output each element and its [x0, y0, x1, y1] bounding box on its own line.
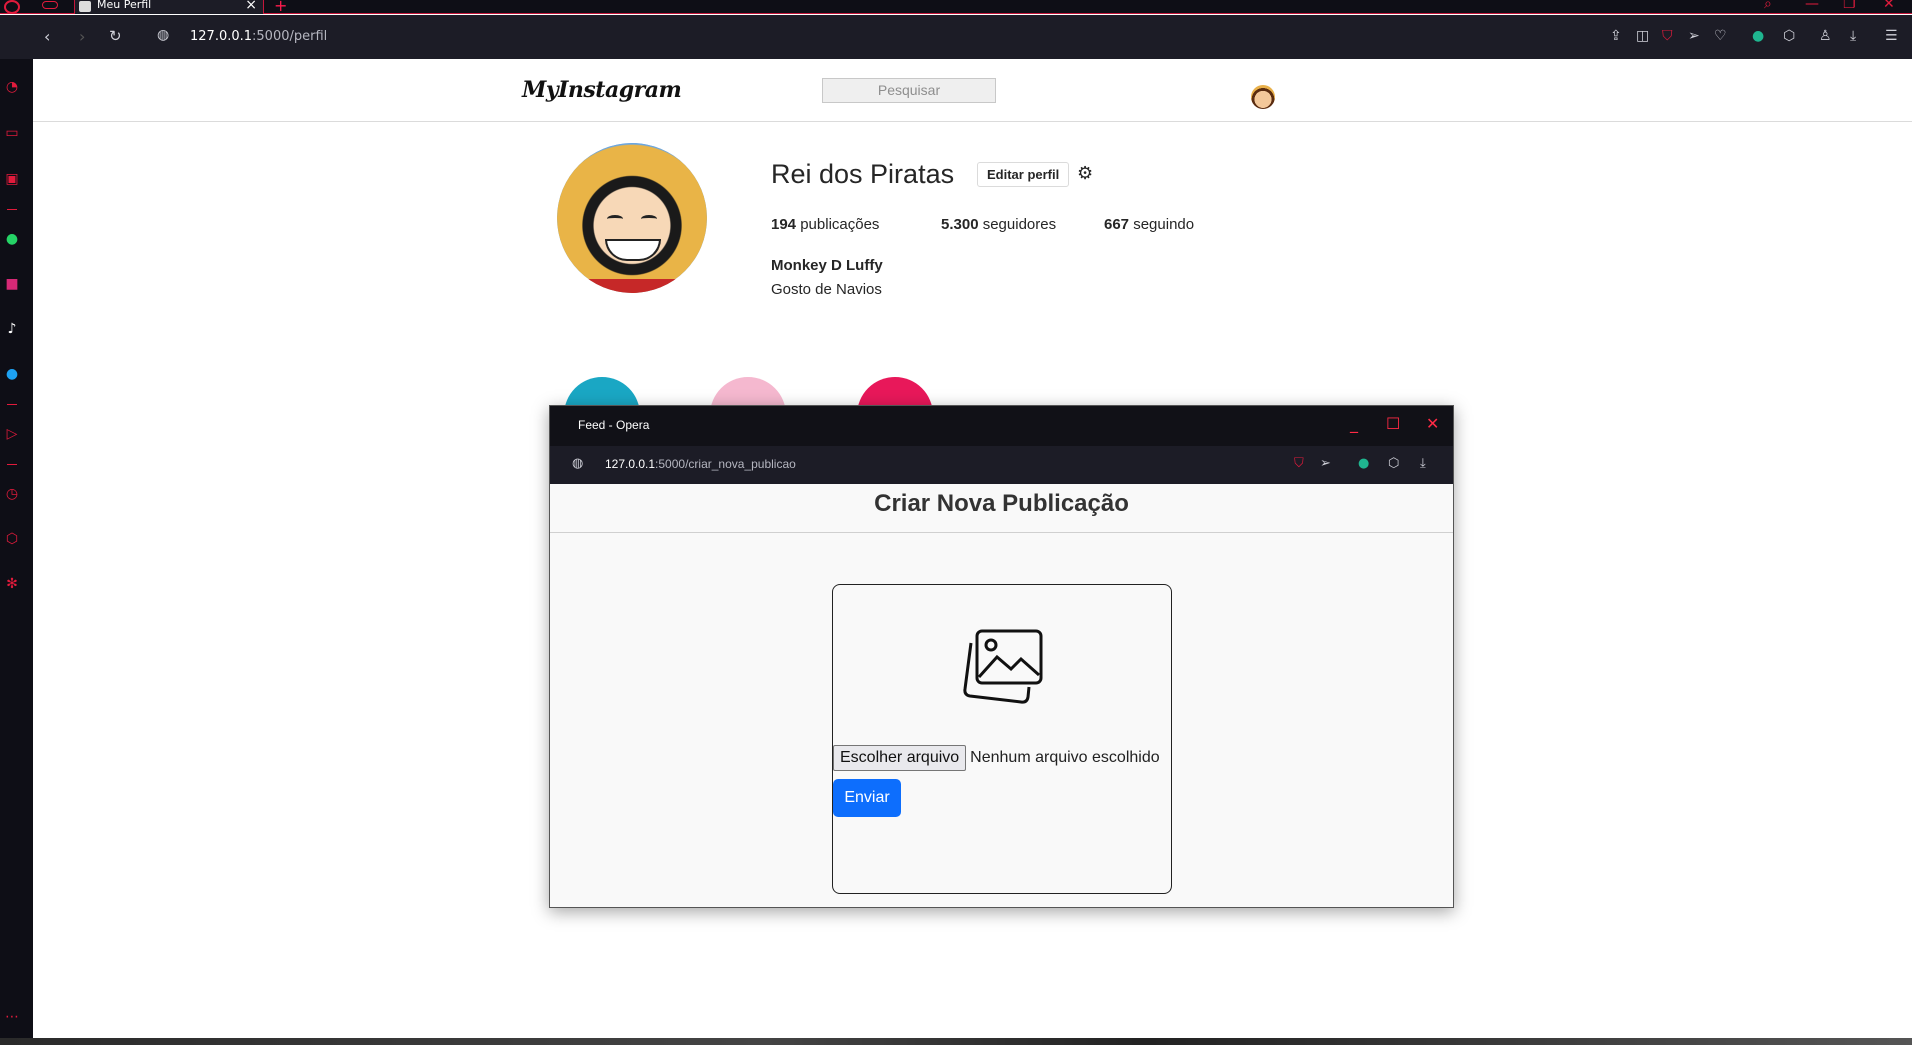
followers-label: seguidores — [982, 216, 1057, 233]
avatar[interactable] — [1251, 85, 1275, 109]
url-field[interactable]: 127.0.0.1:5000/perfil — [190, 29, 327, 44]
popup-url-path: :5000/criar_nova_publicao — [655, 457, 796, 471]
profile-full-name: Monkey D Luffy — [771, 257, 883, 274]
eye-right — [641, 215, 657, 223]
back-icon[interactable]: ‹ — [44, 27, 50, 46]
ig-header: MyInstagram Pesquisar — [33, 59, 1912, 122]
following-stat[interactable]: 667 seguindo — [1104, 216, 1194, 233]
tiktok-icon[interactable]: ♪ — [4, 321, 20, 337]
maximize-icon[interactable]: ☐ — [1386, 414, 1400, 433]
instagram-icon[interactable]: ■ — [4, 276, 20, 292]
send-icon[interactable]: ➢ — [1688, 28, 1700, 44]
menu-icon[interactable]: ☰ — [1885, 28, 1898, 44]
download-icon[interactable]: ⤓ — [1420, 456, 1426, 471]
download-icon[interactable]: ⤓ — [1850, 28, 1856, 44]
tab-bar: Meu Perfil × + ⌕ — ❐ ✕ — [0, 0, 1912, 15]
popup-window: Feed - Opera _ ☐ ✕ ◍ 127.0.0.1:5000/cria… — [549, 405, 1454, 908]
favicon-icon — [79, 1, 91, 12]
whatsapp-icon[interactable]: ● — [4, 231, 20, 247]
vpn-shield-icon[interactable]: ⛉ — [1294, 456, 1304, 471]
close-icon[interactable]: ✕ — [1426, 414, 1439, 433]
settings-icon[interactable]: ✻ — [4, 576, 20, 592]
following-count: 667 — [1104, 216, 1130, 233]
sidebar-divider — [7, 209, 17, 210]
profile-picture — [557, 143, 707, 293]
reload-icon[interactable]: ↻ — [109, 27, 122, 45]
gamepad-icon[interactable] — [42, 1, 58, 9]
close-window-icon[interactable]: ✕ — [1883, 0, 1895, 12]
followers-count: 5.300 — [941, 216, 979, 233]
page-title: Criar Nova Publicação — [874, 490, 1129, 517]
eye-left — [607, 215, 623, 223]
tab-title: Meu Perfil — [97, 0, 152, 11]
speed-dial-icon[interactable]: ◔ — [4, 79, 20, 95]
posts-label: publicações — [800, 216, 880, 233]
file-input[interactable]: Escolher arquivo Nenhum arquivo escolhido — [833, 745, 1160, 771]
player-icon[interactable]: ▷ — [4, 426, 20, 442]
taskbar-strip — [0, 1038, 1912, 1045]
search-input[interactable]: Pesquisar — [822, 78, 996, 103]
share-icon[interactable]: ⇪ — [1610, 28, 1622, 44]
address-bar: ‹ › ↻ ◍ 127.0.0.1:5000/perfil ⇪ ◫ ⛉ ➢ ♡ … — [0, 15, 1912, 59]
popup-address-bar: ◍ 127.0.0.1:5000/criar_nova_publicao ⛉ ➢… — [550, 446, 1453, 484]
sidebar-divider — [7, 404, 17, 405]
shirt — [587, 279, 677, 293]
close-icon[interactable]: × — [245, 0, 257, 13]
following-label: seguindo — [1133, 216, 1195, 233]
upload-card: Escolher arquivo Nenhum arquivo escolhido… — [832, 584, 1172, 894]
file-status: Nenhum arquivo escolhido — [970, 749, 1160, 766]
sidebar-divider — [7, 464, 17, 465]
globe-icon: ◍ — [157, 27, 170, 43]
popup-title-bar: Feed - Opera _ ☐ ✕ — [550, 406, 1453, 446]
opera-sidebar: ◔ ▭ ▣ ● ■ ♪ ● ▷ ◷ ⬡ ✻ ⋯ — [0, 59, 33, 1045]
edit-profile-button[interactable]: Editar perfil — [977, 162, 1070, 187]
profile-icon[interactable]: ♙ — [1819, 28, 1832, 44]
popup-title: Feed - Opera — [578, 418, 650, 432]
twitch-icon[interactable]: ▣ — [4, 171, 20, 187]
choose-file-button[interactable]: Escolher arquivo — [833, 745, 967, 771]
cube-icon[interactable]: ⬡ — [1388, 456, 1399, 471]
gear-icon[interactable]: ⚙ — [1077, 163, 1093, 184]
heart-icon[interactable]: ♡ — [1714, 28, 1727, 44]
profile-bio: Gosto de Navios — [771, 281, 882, 298]
straw-hat-image — [557, 143, 707, 293]
url-path: :5000/perfil — [252, 29, 328, 44]
camera-icon[interactable]: ◫ — [1636, 28, 1649, 44]
briefcase-icon[interactable]: ▭ — [4, 125, 20, 141]
url-host: 127.0.0.1 — [190, 29, 253, 44]
send-icon[interactable]: ➢ — [1320, 456, 1331, 471]
ig-logo[interactable]: MyInstagram — [522, 77, 682, 103]
posts-count: 194 — [771, 216, 797, 233]
globe-icon: ◍ — [572, 456, 584, 471]
minimize-icon[interactable]: — — [1805, 0, 1819, 12]
minimize-icon[interactable]: _ — [1350, 414, 1358, 433]
new-tab-plus-icon[interactable]: + — [274, 0, 287, 15]
restore-icon[interactable]: ❐ — [1843, 0, 1856, 12]
tab-meu-perfil[interactable]: Meu Perfil × — [74, 0, 264, 14]
vpn-shield-icon[interactable]: ⛉ — [1662, 28, 1673, 44]
search-tabs-icon[interactable]: ⌕ — [1764, 0, 1772, 12]
opera-logo-icon[interactable] — [4, 0, 20, 14]
create-post-page: Criar Nova Publicação Escolher arquivo Ne… — [550, 484, 1453, 907]
aria-icon[interactable]: ● — [1358, 456, 1369, 471]
profile-username: Rei dos Piratas — [771, 159, 955, 189]
divider — [550, 532, 1453, 533]
aria-icon[interactable]: ● — [1752, 28, 1764, 44]
forward-icon[interactable]: › — [79, 27, 85, 46]
images-icon — [963, 629, 1043, 704]
popup-url[interactable]: 127.0.0.1:5000/criar_nova_publicao — [605, 457, 796, 471]
history-icon[interactable]: ◷ — [4, 486, 20, 502]
twitter-icon[interactable]: ● — [4, 366, 20, 382]
followers-stat[interactable]: 5.300 seguidores — [941, 216, 1056, 233]
popup-url-host: 127.0.0.1 — [605, 457, 656, 471]
submit-button[interactable]: Enviar — [833, 779, 901, 817]
more-icon[interactable]: ⋯ — [4, 1009, 20, 1025]
posts-stat: 194 publicações — [771, 216, 879, 233]
extensions-cube-icon[interactable]: ⬡ — [4, 531, 20, 547]
cube-icon[interactable]: ⬡ — [1783, 28, 1795, 44]
